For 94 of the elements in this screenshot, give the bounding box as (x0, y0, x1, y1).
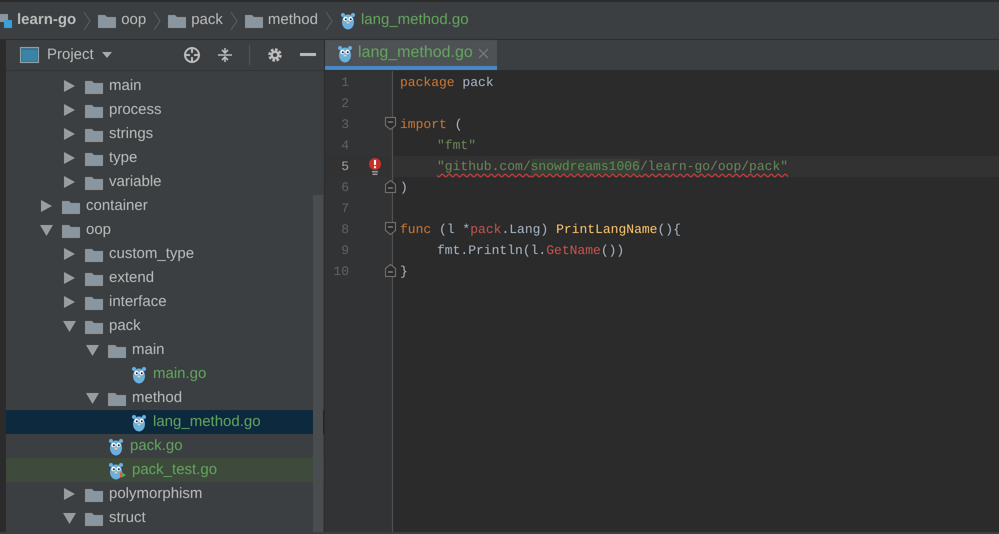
folder-icon (85, 126, 103, 142)
folder-icon (85, 246, 103, 262)
gopher-icon (131, 364, 147, 384)
minimize-icon[interactable] (300, 53, 316, 57)
collapsed-arrow-icon[interactable] (63, 128, 77, 140)
folder-icon (85, 174, 103, 190)
code-line: func (l *pack.Lang) PrintLangName(){ (400, 220, 682, 239)
code-line: fmt.Println(l.GetName()) (437, 242, 626, 260)
fold-marker-icon[interactable] (385, 264, 396, 277)
expanded-arrow-icon[interactable] (63, 320, 77, 332)
folder-icon (108, 342, 126, 358)
tree-item-label[interactable]: container (86, 194, 148, 218)
crosshair-icon[interactable] (183, 46, 201, 64)
breadcrumb-item[interactable]: method (268, 9, 318, 32)
tree-item-label[interactable]: oop (86, 218, 112, 242)
folder-icon (85, 150, 103, 166)
collapsed-arrow-icon[interactable] (63, 488, 77, 500)
tree-row[interactable]: lang_method.go (6, 410, 324, 434)
scrollbar[interactable] (313, 195, 323, 532)
folder-icon (85, 510, 103, 526)
code-line: "github.com/snowdreams1006/learn-go/oop/pack" (437, 158, 790, 176)
fold-marker-icon[interactable] (385, 117, 396, 130)
tree-row[interactable]: pack.go (6, 434, 324, 458)
tree-item-label[interactable]: type (109, 146, 138, 170)
code-line: import ( (400, 116, 464, 134)
tree-item-label[interactable]: main (132, 338, 165, 362)
chevron-icon (230, 12, 238, 30)
collapsed-arrow-icon[interactable] (63, 152, 77, 164)
tree-item-label[interactable]: strings (109, 122, 154, 146)
tree-row[interactable]: main.go (6, 362, 324, 386)
breadcrumb-item[interactable]: learn-go (17, 9, 76, 32)
tree-item-label[interactable]: custom_type (109, 242, 194, 266)
collapse-icon[interactable] (217, 47, 233, 63)
settings-icon[interactable] (266, 46, 284, 64)
expanded-arrow-icon[interactable] (86, 392, 100, 404)
code-line: } (400, 262, 409, 281)
collapsed-arrow-icon[interactable] (63, 248, 77, 260)
tree-item-label[interactable]: interface (109, 290, 167, 314)
chevron-icon (324, 12, 333, 30)
gopher-icon (337, 44, 353, 62)
fold-marker-icon[interactable] (385, 180, 396, 193)
chevron-icon (153, 12, 162, 30)
folder-icon (244, 13, 263, 28)
tree-item-label[interactable]: pack_test.go (132, 458, 218, 482)
collapsed-arrow-icon[interactable] (63, 80, 77, 92)
code-line: package pack (400, 74, 495, 92)
folder-icon (85, 294, 103, 310)
tree-item-label[interactable]: lang_method.go (153, 410, 261, 434)
tree-item-label[interactable]: struct (109, 506, 146, 530)
window-icon (20, 47, 39, 63)
folder-icon (168, 13, 186, 28)
error-bulb-icon[interactable] (368, 158, 382, 175)
breadcrumb-item[interactable]: lang_method.go (360, 9, 469, 32)
project-icon (0, 14, 12, 28)
folder-icon (85, 486, 103, 502)
tree-item-label[interactable]: main (109, 74, 142, 98)
expanded-arrow-icon[interactable] (40, 224, 54, 236)
gopher-icon (340, 11, 356, 30)
tree-item-label[interactable]: pack (109, 314, 141, 338)
collapsed-arrow-icon[interactable] (63, 104, 77, 116)
tree-item-label[interactable]: extend (109, 266, 154, 290)
folder-icon (85, 318, 103, 334)
breadcrumb-item[interactable]: pack (191, 9, 223, 32)
tree-row[interactable]: pack_test.go (6, 458, 324, 482)
expanded-arrow-icon[interactable] (86, 344, 100, 356)
folder-icon (98, 13, 116, 28)
folder-icon (62, 198, 80, 214)
breadcrumb-item[interactable]: oop (121, 9, 146, 32)
folder-icon (62, 222, 80, 238)
tree-item-label[interactable]: main.go (153, 362, 206, 386)
code-line: ) (400, 178, 409, 197)
folder-icon (85, 78, 103, 94)
collapsed-arrow-icon[interactable] (40, 200, 54, 212)
expanded-arrow-icon[interactable] (63, 512, 77, 524)
code-line: "fmt" (437, 136, 478, 155)
folder-icon (108, 390, 126, 406)
tree-item-label[interactable]: pack.go (130, 434, 183, 458)
line-number: 5 (340, 158, 349, 176)
tree-item-label[interactable]: process (109, 98, 162, 122)
dropdown-caret-icon[interactable] (102, 52, 112, 58)
collapsed-arrow-icon[interactable] (63, 272, 77, 284)
gopher-icon (131, 412, 147, 432)
tree-item-label[interactable]: polymorphism (109, 482, 202, 506)
folder-icon (85, 102, 103, 118)
panel-title[interactable]: Project (47, 44, 94, 66)
gopher-icon (108, 436, 124, 456)
tree-item-label[interactable]: method (132, 386, 182, 410)
fold-marker-icon[interactable] (385, 222, 396, 235)
test-file-icon (108, 460, 126, 480)
folder-icon (85, 270, 103, 286)
collapsed-arrow-icon[interactable] (63, 176, 77, 188)
tree-item-label[interactable]: variable (109, 170, 162, 194)
chevron-icon (83, 12, 92, 30)
collapsed-arrow-icon[interactable] (63, 296, 77, 308)
